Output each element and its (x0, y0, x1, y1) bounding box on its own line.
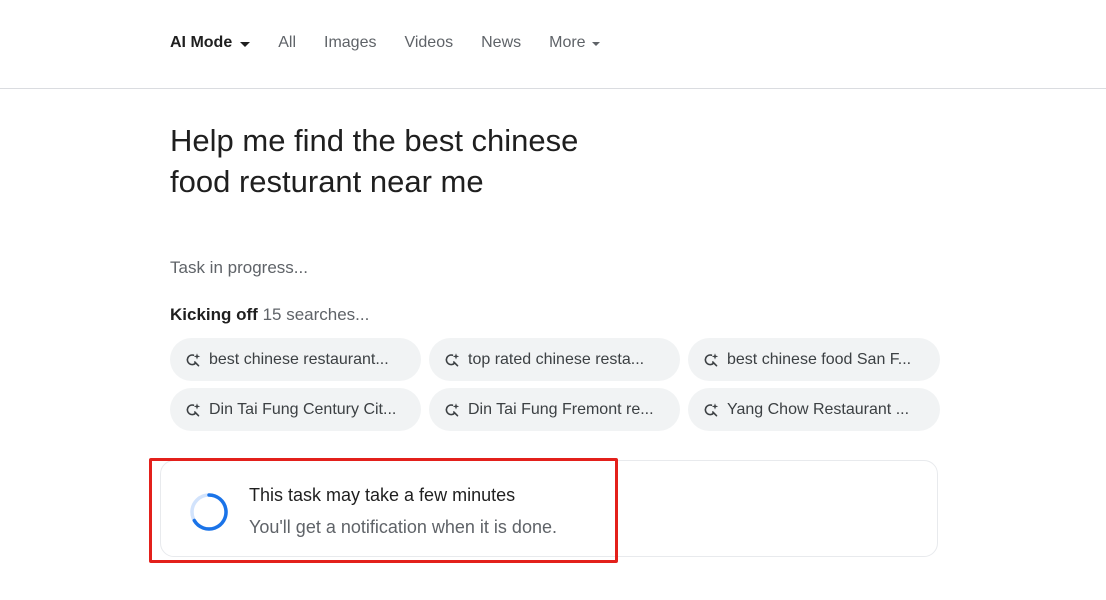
tab-label: Images (324, 34, 377, 51)
task-status: Task in progress... (170, 258, 308, 277)
search-chips: best chinese restaurant... top rated chi… (170, 338, 940, 431)
search-chip[interactable]: top rated chinese resta... (429, 338, 680, 381)
loading-spinner-icon (190, 493, 228, 531)
task-notice-card: This task may take a few minutes You'll … (149, 458, 938, 563)
chip-label: Din Tai Fung Century Cit... (209, 400, 397, 418)
chip-label: best chinese food San F... (727, 350, 912, 368)
chip-label: Din Tai Fung Fremont re... (468, 400, 654, 418)
kickoff-count: 15 searches... (257, 305, 370, 324)
task-notice-subtitle: You'll get a notification when it is don… (249, 517, 557, 537)
search-chip[interactable]: Yang Chow Restaurant ... (688, 388, 940, 431)
tab-images[interactable]: Images (324, 34, 376, 52)
chip-label: top rated chinese resta... (468, 350, 645, 368)
tab-label: Videos (404, 34, 454, 51)
tab-label: News (481, 34, 522, 51)
tab-label: AI Mode (170, 34, 233, 51)
tab-videos[interactable]: Videos (404, 34, 453, 52)
chip-label: best chinese restaurant... (209, 350, 389, 368)
tab-ai-mode[interactable]: AI Mode (170, 34, 251, 52)
kickoff-line: Kicking off 15 searches... (170, 305, 369, 325)
tab-more[interactable]: More (549, 34, 600, 52)
search-chip[interactable]: best chinese food San F... (688, 338, 940, 381)
query-heading: Help me find the best chinese food restu… (170, 123, 579, 199)
search-chip[interactable]: Din Tai Fung Century Cit... (170, 388, 421, 431)
search-sparkle-icon (445, 352, 460, 366)
search-sparkle-icon (704, 402, 719, 416)
search-sparkle-icon (186, 402, 201, 416)
search-sparkle-icon (704, 352, 719, 366)
caret-down-icon (240, 41, 251, 47)
top-navigation: AI Mode All Images Videos News More (0, 0, 1106, 89)
task-notice-title: This task may take a few minutes (249, 485, 516, 505)
search-chip[interactable]: Din Tai Fung Fremont re... (429, 388, 680, 431)
caret-down-icon (591, 42, 600, 46)
tab-label: All (278, 34, 296, 51)
tab-label: More (549, 34, 586, 51)
search-tabs: AI Mode All Images Videos News More (170, 34, 628, 52)
search-sparkle-icon (445, 402, 460, 416)
search-sparkle-icon (186, 352, 201, 366)
tab-news[interactable]: News (481, 34, 521, 52)
kickoff-label: Kicking off (170, 305, 258, 324)
main-content: Help me find the best chinese food restu… (149, 120, 950, 563)
chip-label: Yang Chow Restaurant ... (727, 400, 910, 418)
tab-all[interactable]: All (278, 34, 296, 52)
search-chip[interactable]: best chinese restaurant... (170, 338, 421, 381)
